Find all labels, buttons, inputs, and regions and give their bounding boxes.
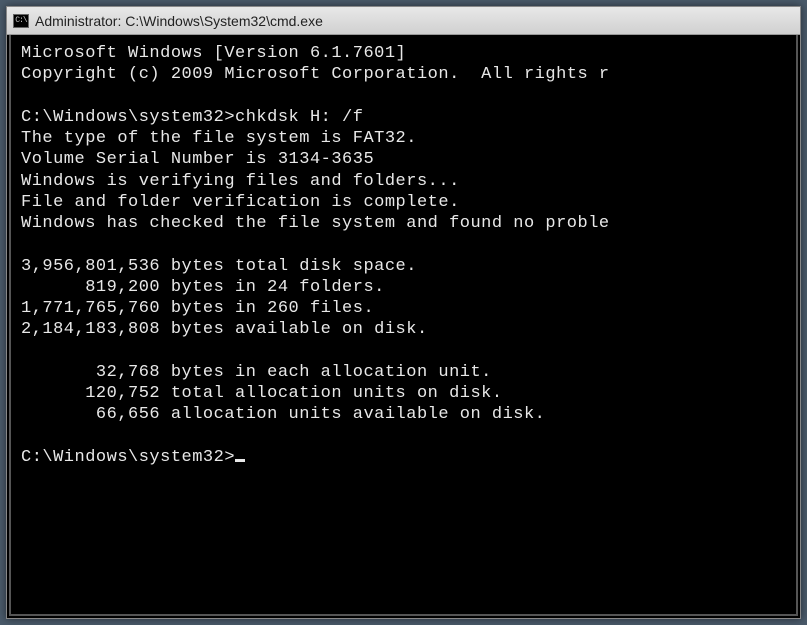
output-line: 3,956,801,536 bytes total disk space.: [21, 257, 417, 276]
cmd-window: C:\ Administrator: C:\Windows\System32\c…: [6, 6, 801, 619]
terminal-output[interactable]: Microsoft Windows [Version 6.1.7601] Cop…: [9, 35, 798, 616]
prompt: C:\Windows\system32>: [21, 448, 235, 467]
output-line: 120,752 total allocation units on disk.: [21, 384, 503, 403]
output-line: File and folder verification is complete…: [21, 193, 460, 212]
cursor: [235, 459, 245, 462]
output-line: Windows is verifying files and folders..…: [21, 172, 460, 191]
output-line: Copyright (c) 2009 Microsoft Corporation…: [21, 65, 610, 84]
cmd-icon-text: C:\: [15, 16, 26, 25]
output-line: Volume Serial Number is 3134-3635: [21, 150, 374, 169]
output-line: The type of the file system is FAT32.: [21, 129, 417, 148]
window-title: Administrator: C:\Windows\System32\cmd.e…: [35, 13, 323, 29]
output-line: 2,184,183,808 bytes available on disk.: [21, 320, 428, 339]
cmd-icon: C:\: [13, 14, 29, 28]
output-line: C:\Windows\system32>chkdsk H: /f: [21, 108, 363, 127]
output-line: Microsoft Windows [Version 6.1.7601]: [21, 44, 406, 63]
output-line: 1,771,765,760 bytes in 260 files.: [21, 299, 374, 318]
output-line: 819,200 bytes in 24 folders.: [21, 278, 385, 297]
output-line: Windows has checked the file system and …: [21, 214, 610, 233]
titlebar[interactable]: C:\ Administrator: C:\Windows\System32\c…: [7, 7, 800, 35]
output-line: 32,768 bytes in each allocation unit.: [21, 363, 492, 382]
output-line: 66,656 allocation units available on dis…: [21, 405, 545, 424]
